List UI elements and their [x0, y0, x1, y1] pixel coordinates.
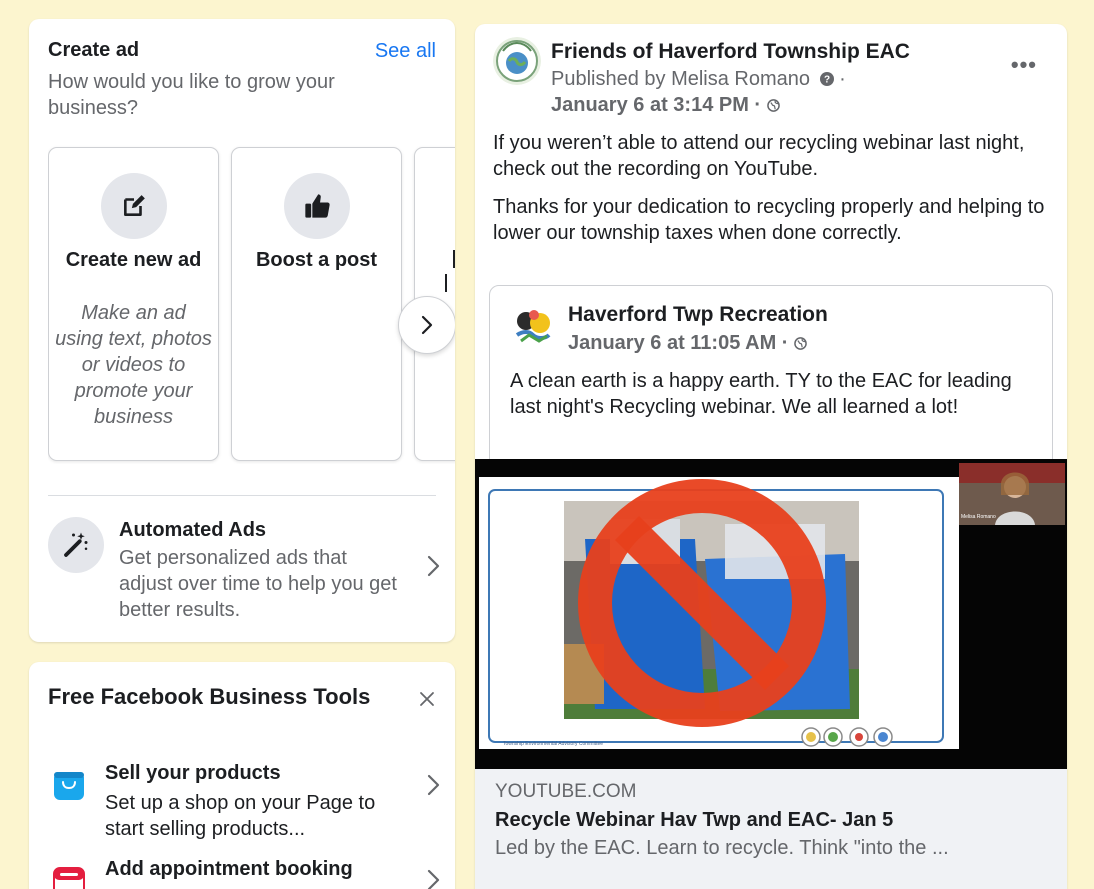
shared-page-avatar[interactable] [509, 301, 557, 349]
more-options-button[interactable]: ••• [1011, 52, 1037, 78]
shared-page-name[interactable]: Haverford Twp Recreation [568, 303, 828, 327]
post-text-2: Thanks for your dedication to recycling … [493, 196, 1045, 244]
chevron-right-icon [423, 553, 443, 579]
shared-time-row: January 6 at 11:05 AM · [568, 332, 807, 355]
boost-post-label: Boost a post [255, 249, 378, 271]
svg-text:?: ? [824, 75, 830, 86]
post-timestamp[interactable]: January 6 at 3:14 PM · [551, 94, 761, 116]
calendar-icon [52, 865, 86, 889]
globe-icon [794, 337, 807, 350]
thumbs-up-icon [283, 173, 350, 239]
edit-square-icon [100, 173, 167, 239]
post-time-row: January 6 at 3:14 PM · [551, 94, 780, 117]
published-by-row: Published by Melisa Romano ? · [551, 68, 846, 91]
page-avatar[interactable] [493, 37, 541, 85]
shopping-bag-icon [52, 768, 86, 802]
webinar-slide-image [475, 459, 1067, 769]
shared-post-text: A clean earth is a happy earth. TY to th… [510, 370, 1012, 418]
post-text-1: If you weren’t able to attend our recycl… [493, 132, 1025, 180]
chevron-right-icon [423, 867, 443, 889]
webcam-participant-name: Melisa Romano [961, 514, 996, 520]
question-icon[interactable]: ? [819, 72, 834, 86]
create-new-ad-label: Create new ad [65, 249, 202, 271]
shared-timestamp[interactable]: January 6 at 11:05 AM · [568, 332, 788, 354]
link-title: Recycle Webinar Hav Twp and EAC- Jan 5 [495, 809, 894, 831]
appointment-booking-title: Add appointment booking [105, 858, 353, 880]
create-ad-card: Create ad See all How would you like to … [29, 19, 455, 642]
partial-label-mark [453, 250, 455, 268]
create-new-ad-description: Make an ad using text, photos or videos … [55, 302, 212, 428]
close-icon[interactable] [416, 688, 438, 710]
appointment-booking-row[interactable]: Add appointment booking [48, 858, 443, 889]
create-ad-title: Create ad [48, 39, 140, 61]
business-tools-card: Free Facebook Business Tools Sell your p… [29, 662, 455, 889]
page-name-link[interactable]: Friends of Haverford Township EAC [551, 40, 910, 64]
link-description: Led by the EAC. Learn to recycle. Think … [495, 837, 949, 859]
globe-icon [766, 99, 780, 112]
published-by-text: Published by Melisa Romano [551, 68, 811, 90]
boost-post-tile[interactable]: Boost a post [231, 147, 402, 461]
slide-footer-text: Township Environmental Advisory Committe… [503, 741, 604, 747]
see-all-link[interactable]: See all [375, 40, 436, 63]
magic-wand-icon [48, 517, 104, 573]
create-ad-subtitle: How would you like to grow your business… [48, 71, 335, 119]
ad-options-carousel: Create new ad Make an ad using text, pho… [48, 136, 455, 464]
automated-ads-title: Automated Ads [119, 519, 267, 541]
link-preview[interactable]: YOUTUBE.COM Recycle Webinar Hav Twp and … [475, 769, 1067, 889]
partial-label-mark [445, 274, 447, 292]
chevron-right-icon [421, 315, 433, 335]
separator-dot: · [839, 68, 846, 90]
chevron-right-icon [423, 772, 443, 798]
post-card: Friends of Haverford Township EAC Publis… [475, 24, 1067, 889]
link-domain: YOUTUBE.COM [495, 781, 637, 802]
sell-products-row[interactable]: Sell your products Set up a shop on your… [48, 762, 443, 846]
carousel-next-button[interactable] [398, 296, 455, 354]
automated-ads-row[interactable]: Automated Ads Get personalized ads that … [48, 513, 443, 625]
create-new-ad-tile[interactable]: Create new ad Make an ad using text, pho… [48, 147, 219, 461]
business-tools-title: Free Facebook Business Tools [48, 684, 371, 709]
divider [48, 495, 436, 496]
video-thumbnail[interactable]: Melisa Romano Township Environmental Adv… [475, 459, 1067, 769]
automated-ads-description: Get personalized ads that adjust over ti… [119, 547, 397, 621]
sell-products-description: Set up a shop on your Page to start sell… [105, 792, 376, 840]
sell-products-title: Sell your products [105, 762, 281, 784]
